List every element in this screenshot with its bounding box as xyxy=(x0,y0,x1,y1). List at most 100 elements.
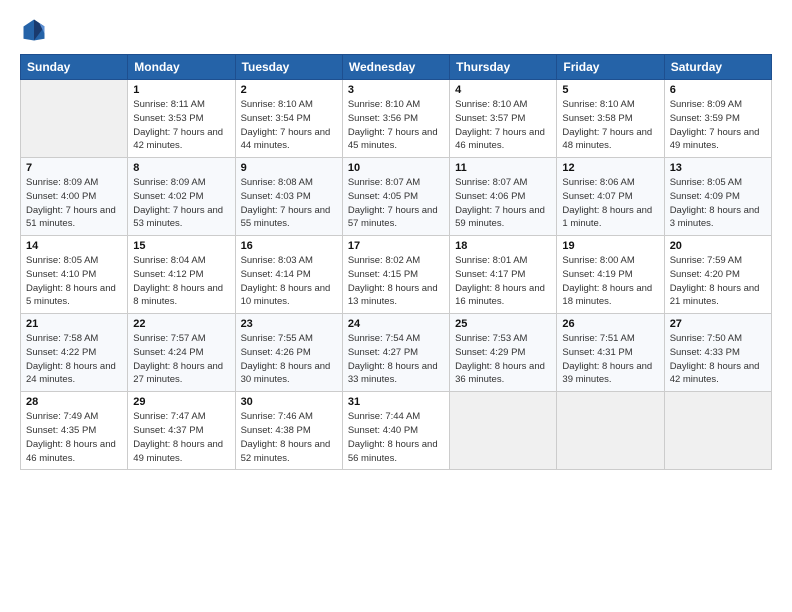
calendar-cell: 13 Sunrise: 8:05 AM Sunset: 4:09 PM Dayl… xyxy=(664,158,771,236)
day-number: 9 xyxy=(241,162,337,174)
calendar-body: 1 Sunrise: 8:11 AM Sunset: 3:53 PM Dayli… xyxy=(21,80,772,470)
day-number: 25 xyxy=(455,318,551,330)
calendar-cell: 21 Sunrise: 7:58 AM Sunset: 4:22 PM Dayl… xyxy=(21,314,128,392)
day-number: 1 xyxy=(133,84,229,96)
calendar-table: SundayMondayTuesdayWednesdayThursdayFrid… xyxy=(20,54,772,470)
calendar-cell: 5 Sunrise: 8:10 AM Sunset: 3:58 PM Dayli… xyxy=(557,80,664,158)
day-number: 28 xyxy=(26,396,122,408)
logo xyxy=(20,16,52,44)
day-number: 31 xyxy=(348,396,444,408)
day-number: 26 xyxy=(562,318,658,330)
day-detail: Sunrise: 7:44 AM Sunset: 4:40 PM Dayligh… xyxy=(348,410,444,465)
day-number: 23 xyxy=(241,318,337,330)
day-detail: Sunrise: 7:54 AM Sunset: 4:27 PM Dayligh… xyxy=(348,332,444,387)
day-number: 8 xyxy=(133,162,229,174)
header-cell-wednesday: Wednesday xyxy=(342,55,449,80)
day-detail: Sunrise: 8:08 AM Sunset: 4:03 PM Dayligh… xyxy=(241,176,337,231)
calendar-cell: 29 Sunrise: 7:47 AM Sunset: 4:37 PM Dayl… xyxy=(128,392,235,470)
day-detail: Sunrise: 7:50 AM Sunset: 4:33 PM Dayligh… xyxy=(670,332,766,387)
day-number: 30 xyxy=(241,396,337,408)
header-cell-saturday: Saturday xyxy=(664,55,771,80)
calendar-cell: 1 Sunrise: 8:11 AM Sunset: 3:53 PM Dayli… xyxy=(128,80,235,158)
day-number: 20 xyxy=(670,240,766,252)
day-number: 2 xyxy=(241,84,337,96)
day-detail: Sunrise: 7:58 AM Sunset: 4:22 PM Dayligh… xyxy=(26,332,122,387)
day-detail: Sunrise: 8:05 AM Sunset: 4:10 PM Dayligh… xyxy=(26,254,122,309)
calendar-cell: 7 Sunrise: 8:09 AM Sunset: 4:00 PM Dayli… xyxy=(21,158,128,236)
calendar-cell: 9 Sunrise: 8:08 AM Sunset: 4:03 PM Dayli… xyxy=(235,158,342,236)
day-detail: Sunrise: 7:47 AM Sunset: 4:37 PM Dayligh… xyxy=(133,410,229,465)
day-number: 19 xyxy=(562,240,658,252)
calendar-cell: 18 Sunrise: 8:01 AM Sunset: 4:17 PM Dayl… xyxy=(450,236,557,314)
day-number: 24 xyxy=(348,318,444,330)
day-detail: Sunrise: 7:59 AM Sunset: 4:20 PM Dayligh… xyxy=(670,254,766,309)
day-number: 3 xyxy=(348,84,444,96)
day-number: 14 xyxy=(26,240,122,252)
day-detail: Sunrise: 8:02 AM Sunset: 4:15 PM Dayligh… xyxy=(348,254,444,309)
calendar-cell: 4 Sunrise: 8:10 AM Sunset: 3:57 PM Dayli… xyxy=(450,80,557,158)
day-number: 5 xyxy=(562,84,658,96)
day-detail: Sunrise: 7:46 AM Sunset: 4:38 PM Dayligh… xyxy=(241,410,337,465)
day-number: 21 xyxy=(26,318,122,330)
day-detail: Sunrise: 8:10 AM Sunset: 3:54 PM Dayligh… xyxy=(241,98,337,153)
logo-icon xyxy=(20,16,48,44)
calendar-cell: 26 Sunrise: 7:51 AM Sunset: 4:31 PM Dayl… xyxy=(557,314,664,392)
day-detail: Sunrise: 7:57 AM Sunset: 4:24 PM Dayligh… xyxy=(133,332,229,387)
calendar-cell: 20 Sunrise: 7:59 AM Sunset: 4:20 PM Dayl… xyxy=(664,236,771,314)
day-number: 11 xyxy=(455,162,551,174)
calendar-cell: 17 Sunrise: 8:02 AM Sunset: 4:15 PM Dayl… xyxy=(342,236,449,314)
day-detail: Sunrise: 8:05 AM Sunset: 4:09 PM Dayligh… xyxy=(670,176,766,231)
calendar-cell xyxy=(664,392,771,470)
header xyxy=(20,16,772,44)
day-number: 7 xyxy=(26,162,122,174)
day-number: 16 xyxy=(241,240,337,252)
calendar-header-row: SundayMondayTuesdayWednesdayThursdayFrid… xyxy=(21,55,772,80)
day-number: 15 xyxy=(133,240,229,252)
calendar-week-5: 28 Sunrise: 7:49 AM Sunset: 4:35 PM Dayl… xyxy=(21,392,772,470)
day-detail: Sunrise: 8:04 AM Sunset: 4:12 PM Dayligh… xyxy=(133,254,229,309)
day-detail: Sunrise: 8:06 AM Sunset: 4:07 PM Dayligh… xyxy=(562,176,658,231)
day-detail: Sunrise: 7:55 AM Sunset: 4:26 PM Dayligh… xyxy=(241,332,337,387)
calendar-cell xyxy=(21,80,128,158)
calendar-week-3: 14 Sunrise: 8:05 AM Sunset: 4:10 PM Dayl… xyxy=(21,236,772,314)
day-number: 27 xyxy=(670,318,766,330)
day-detail: Sunrise: 8:10 AM Sunset: 3:58 PM Dayligh… xyxy=(562,98,658,153)
calendar-cell: 10 Sunrise: 8:07 AM Sunset: 4:05 PM Dayl… xyxy=(342,158,449,236)
day-detail: Sunrise: 8:09 AM Sunset: 4:02 PM Dayligh… xyxy=(133,176,229,231)
calendar-cell: 31 Sunrise: 7:44 AM Sunset: 4:40 PM Dayl… xyxy=(342,392,449,470)
day-number: 4 xyxy=(455,84,551,96)
day-number: 29 xyxy=(133,396,229,408)
calendar-cell xyxy=(557,392,664,470)
day-detail: Sunrise: 8:11 AM Sunset: 3:53 PM Dayligh… xyxy=(133,98,229,153)
day-detail: Sunrise: 7:49 AM Sunset: 4:35 PM Dayligh… xyxy=(26,410,122,465)
day-detail: Sunrise: 8:10 AM Sunset: 3:56 PM Dayligh… xyxy=(348,98,444,153)
calendar-cell: 3 Sunrise: 8:10 AM Sunset: 3:56 PM Dayli… xyxy=(342,80,449,158)
calendar-cell: 24 Sunrise: 7:54 AM Sunset: 4:27 PM Dayl… xyxy=(342,314,449,392)
day-number: 10 xyxy=(348,162,444,174)
day-detail: Sunrise: 8:10 AM Sunset: 3:57 PM Dayligh… xyxy=(455,98,551,153)
calendar-cell: 11 Sunrise: 8:07 AM Sunset: 4:06 PM Dayl… xyxy=(450,158,557,236)
calendar-week-2: 7 Sunrise: 8:09 AM Sunset: 4:00 PM Dayli… xyxy=(21,158,772,236)
calendar-cell: 8 Sunrise: 8:09 AM Sunset: 4:02 PM Dayli… xyxy=(128,158,235,236)
calendar-week-1: 1 Sunrise: 8:11 AM Sunset: 3:53 PM Dayli… xyxy=(21,80,772,158)
calendar-cell: 16 Sunrise: 8:03 AM Sunset: 4:14 PM Dayl… xyxy=(235,236,342,314)
calendar-cell: 23 Sunrise: 7:55 AM Sunset: 4:26 PM Dayl… xyxy=(235,314,342,392)
day-detail: Sunrise: 8:07 AM Sunset: 4:06 PM Dayligh… xyxy=(455,176,551,231)
header-cell-friday: Friday xyxy=(557,55,664,80)
day-detail: Sunrise: 8:01 AM Sunset: 4:17 PM Dayligh… xyxy=(455,254,551,309)
day-detail: Sunrise: 8:07 AM Sunset: 4:05 PM Dayligh… xyxy=(348,176,444,231)
day-number: 6 xyxy=(670,84,766,96)
day-detail: Sunrise: 8:09 AM Sunset: 4:00 PM Dayligh… xyxy=(26,176,122,231)
calendar-cell: 25 Sunrise: 7:53 AM Sunset: 4:29 PM Dayl… xyxy=(450,314,557,392)
day-detail: Sunrise: 8:03 AM Sunset: 4:14 PM Dayligh… xyxy=(241,254,337,309)
day-number: 17 xyxy=(348,240,444,252)
calendar-cell xyxy=(450,392,557,470)
calendar-week-4: 21 Sunrise: 7:58 AM Sunset: 4:22 PM Dayl… xyxy=(21,314,772,392)
header-cell-sunday: Sunday xyxy=(21,55,128,80)
day-number: 18 xyxy=(455,240,551,252)
day-detail: Sunrise: 8:00 AM Sunset: 4:19 PM Dayligh… xyxy=(562,254,658,309)
header-cell-tuesday: Tuesday xyxy=(235,55,342,80)
calendar-cell: 14 Sunrise: 8:05 AM Sunset: 4:10 PM Dayl… xyxy=(21,236,128,314)
day-number: 13 xyxy=(670,162,766,174)
calendar-cell: 19 Sunrise: 8:00 AM Sunset: 4:19 PM Dayl… xyxy=(557,236,664,314)
